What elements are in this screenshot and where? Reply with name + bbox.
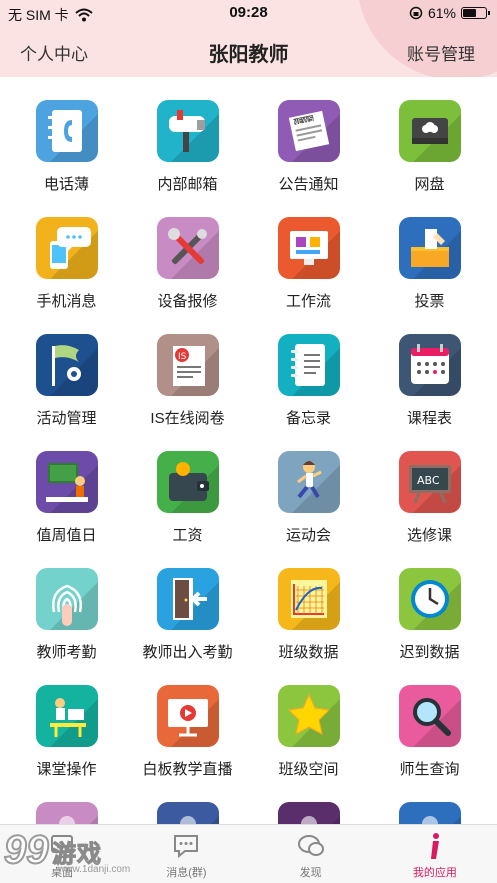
app-tile[interactable]: 备忘录 [248, 322, 369, 439]
app-label: 投票 [414, 293, 445, 310]
vote-box-icon [398, 217, 461, 279]
workflow-icon [277, 217, 340, 279]
app-label: 活动管理 [36, 410, 97, 427]
newspaper-icon: NEWS [277, 100, 340, 162]
magnifier-icon [398, 685, 461, 747]
app-label: 运动会 [285, 527, 331, 544]
app-label: 备忘录 [285, 410, 331, 427]
app-tile[interactable]: 电话薄 [6, 88, 127, 205]
app-label: 内部邮箱 [157, 176, 218, 193]
navigation-bar: 个人中心 张阳教师 账号管理 [0, 26, 497, 77]
app-label: 教师出入考勤 [142, 644, 233, 661]
tab-label: 我的应用 [412, 867, 457, 879]
app-label: 电话薄 [43, 176, 89, 193]
app-tile[interactable]: 网盘 [369, 88, 490, 205]
app-tile[interactable]: 白板教学直播 [127, 673, 248, 790]
clock-icon [398, 568, 461, 630]
discover-chat-icon [296, 831, 326, 861]
app-label: 班级数据 [278, 644, 339, 661]
blackboard-abc-icon: ABC [398, 451, 461, 513]
app-grid: 电话薄 内部邮箱 NEWS 公告通知 网盘手机消息 设备报修 工作流 投票活动管理 IS IS在线… [6, 88, 491, 828]
app-label: 值周值日 [36, 527, 97, 544]
battery-icon [461, 7, 490, 19]
app-label: 网盘 [414, 176, 445, 193]
app-tile[interactable]: 课堂操作 [6, 673, 127, 790]
message-bubble-icon [171, 831, 201, 861]
running-boy-icon [277, 451, 340, 513]
app-label: 师生查询 [399, 761, 460, 778]
mailbox-icon [156, 100, 219, 162]
app-label: 班级空间 [278, 761, 339, 778]
app-tile[interactable] [6, 790, 127, 828]
app-tile[interactable]: NEWS 公告通知 [248, 88, 369, 205]
app-tile[interactable]: 活动管理 [6, 322, 127, 439]
battery-percent: 61% [427, 5, 456, 21]
student-desk-icon [35, 685, 98, 747]
cloud-drive-icon [398, 100, 461, 162]
app-tile[interactable]: IS IS在线阅卷 [127, 322, 248, 439]
flag-gear-icon [35, 334, 98, 396]
rotation-lock-icon [409, 6, 423, 20]
notebook-icon [277, 334, 340, 396]
app-tile[interactable]: 内部邮箱 [127, 88, 248, 205]
app-label: 白板教学直播 [142, 761, 233, 778]
phonebook-icon [35, 100, 98, 162]
tab-label: 消息(群) [166, 867, 207, 879]
app-tile[interactable]: 师生查询 [369, 673, 490, 790]
site-watermark-logo: 99 游戏 www.1danji.com [3, 827, 131, 875]
status-bar: 无 SIM 卡 09:28 61% [0, 0, 497, 26]
duty-teacher-icon [35, 451, 98, 513]
app-tile[interactable]: 运动会 [248, 439, 369, 556]
whiteboard-play-icon [156, 685, 219, 747]
app-tile[interactable]: 教师出入考勤 [127, 556, 248, 673]
app-tile[interactable]: 值周值日 [6, 439, 127, 556]
star-icon [277, 685, 340, 747]
app-tile[interactable]: ABC 选修课 [369, 439, 490, 556]
app-tile[interactable]: 设备报修 [127, 205, 248, 322]
svg-text:IS: IS [178, 352, 187, 362]
chart-grid-icon [277, 568, 340, 630]
app-label: 教师考勤 [36, 644, 97, 661]
tab-label: 发现 [299, 867, 322, 879]
app-label: 课堂操作 [36, 761, 97, 778]
app-tile[interactable] [369, 790, 490, 828]
app-label: 设备报修 [157, 293, 218, 310]
app-label: 课程表 [406, 410, 452, 427]
app-tile[interactable] [127, 790, 248, 828]
tab-message-bubble[interactable]: 消息(群) [124, 825, 248, 883]
app-label: 选修课 [406, 527, 452, 544]
app-tile[interactable]: 工资 [127, 439, 248, 556]
app-label: 工资 [172, 527, 203, 544]
online-marking-icon: IS [156, 334, 219, 396]
svg-text:ABC: ABC [417, 474, 440, 487]
app-label: 公告通知 [278, 176, 339, 193]
app-label: 手机消息 [36, 293, 97, 310]
info-i-icon [420, 831, 450, 861]
calendar-icon [398, 334, 461, 396]
app-tile[interactable]: 课程表 [369, 322, 490, 439]
app-label: 工作流 [285, 293, 331, 310]
app-tile[interactable]: 迟到数据 [369, 556, 490, 673]
app-label: 迟到数据 [399, 644, 460, 661]
mobile-message-icon [35, 217, 98, 279]
app-tile[interactable]: 班级空间 [248, 673, 369, 790]
app-label: IS在线阅卷 [150, 410, 225, 427]
door-exit-icon [156, 568, 219, 630]
app-tile[interactable]: 工作流 [248, 205, 369, 322]
app-tile[interactable] [248, 790, 369, 828]
fingerprint-icon [35, 568, 98, 630]
repair-tools-icon [156, 217, 219, 279]
account-management-button[interactable]: 账号管理 [407, 40, 475, 65]
wallet-icon [156, 451, 219, 513]
app-tile[interactable]: 教师考勤 [6, 556, 127, 673]
tab-info-i[interactable]: 我的应用 [373, 825, 497, 883]
app-tile[interactable]: 手机消息 [6, 205, 127, 322]
tab-discover-chat[interactable]: 发现 [249, 825, 373, 883]
app-tile[interactable]: 投票 [369, 205, 490, 322]
app-tile[interactable]: 班级数据 [248, 556, 369, 673]
